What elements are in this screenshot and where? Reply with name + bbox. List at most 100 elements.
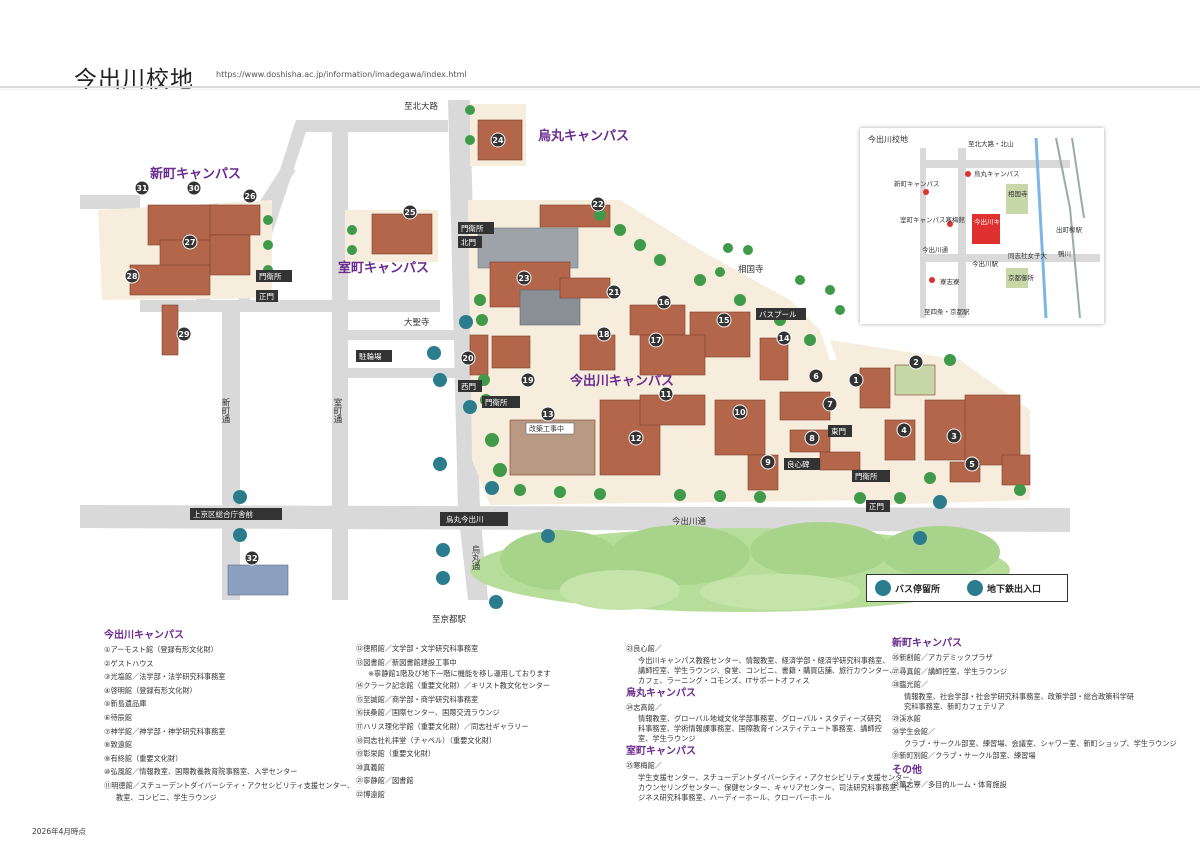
subway-icon [489,595,503,609]
place-shokokuji: 相国寺 [738,264,764,275]
gate-nishimon: 西門 [461,382,476,391]
building-number-27: 27 [184,238,195,247]
legend-item: ⑱同志社礼拝堂（チャペル）（重要文化財） [356,735,497,745]
gate-moneisho-west: 門衛所 [485,397,508,407]
building-number-8: 8 [809,434,815,443]
bus-stop-icon [913,531,927,545]
place-construction: 改築工事中 [529,424,564,433]
road-kitaoji: 至北大路 [404,101,439,112]
legend-item: ㉖新創館／アカデミックプラザ [892,653,993,662]
building-number-12: 12 [630,434,641,443]
building-number-26: 26 [244,192,256,201]
road-shinmachi: 新町通 [220,397,230,424]
inset-gosho: 京都御所 [1008,273,1035,282]
legend-item-desc: カフェ、ラーニング・コモンズ、ITサポートオフィス [638,675,810,685]
building-number-11: 11 [660,390,672,399]
building-number-19: 19 [522,376,534,385]
legend-item-desc: 教室、コンビニ、学生ラウンジ [116,792,217,802]
building-number-23: 23 [518,274,529,283]
bus-stop-icon [233,490,247,504]
building-number-4: 4 [901,426,907,435]
legend-heading-muromachi: 室町キャンパス [626,746,696,758]
building-number-21: 21 [608,288,620,297]
legend-item: ⑩弘風館／情報教室、国際教養教育院事務室、入学センター [104,767,298,777]
gate-moneisho-north: 門衛所 [461,223,484,233]
road-imadegawa: 今出川通 [672,516,707,527]
bus-stop-icon [436,543,450,557]
gate-seimon-shinmachi: 正門 [259,292,274,301]
legend-bus-label: バス停留所 [895,585,941,595]
building-number-30: 30 [188,184,200,193]
legend-item: ②ゲストハウス [104,658,154,668]
gate-higashimon: 東門 [831,426,846,436]
building-number-1: 1 [853,376,859,385]
legend-item-desc: 科事務室、学術情報課事務室、国際教育インスティテュート事務室、講師控 [638,724,882,734]
legend-item: ⑬図書館／新図書館建設工事中 [356,657,457,667]
legend-item: ⑨有終館（重要文化財） [104,753,183,763]
legend-item: ⑲彰栄館（重要文化財） [356,749,436,759]
road-karasuma: 烏丸通 [470,544,480,571]
legend-item: ㉗尋真館／講師控室、学生ラウンジ [892,666,1008,676]
inset-imadegawa-st: 今出川通 [922,245,949,254]
legend-item-desc: カウンセリングセンター、保健センター、キャリアセンター、司法研究科事務室、ビ [638,782,911,792]
legend-item-desc: ※寧静館1階及び地下一階に機能を移し運用しております [368,669,551,679]
legend-item: ㉛新町別館／クラブ・サークル部室、練習場 [892,750,1036,760]
building-number-24: 24 [492,136,504,145]
legend-item: ㉕寒梅館／ [626,761,662,771]
legend-item: ⑳真義館 [356,762,385,772]
bus-stop-icon [233,528,247,542]
legend-item-desc: 究科事務室、新町カフェテリア [904,701,1005,711]
legend-item: ⑪明徳館／スチューデントダイバーシティ・アクセシビリティ支援センター、 [104,780,354,790]
inset-imadegawa-eki: 今出川駅 [972,259,999,268]
legend-item: ④啓明館（登録有形文化財） [104,685,197,695]
legend-item-desc: 情報教室、グローバル地域文化学部事務室、グローバル・スタディーズ研究 [638,714,882,724]
legend-item: ㉚学生会館／ [892,727,936,737]
inset-demachiyanagi: 出町柳駅 [1056,225,1083,234]
legend-item: ㉜簾志寮／多目的ルーム・体育施設 [892,779,1007,789]
muromachi-road [332,120,348,600]
inset-dorm: 寮志寮 [940,277,960,286]
building-number-18: 18 [598,330,610,339]
building-number-6: 6 [813,372,819,381]
building-number-9: 9 [765,458,771,467]
place-kamigyo: 上京区総合庁舎前 [193,509,253,519]
building-number-31: 31 [136,184,148,193]
building-number-22: 22 [592,200,603,209]
inset-kitaoji: 至北大路・北山 [968,139,1014,148]
road-kyotoeki: 至京都駅 [432,614,467,625]
legend-item: ㉘臨光館／ [892,680,928,690]
legend-item: ㉓良心館／ [626,644,662,653]
bus-stop-icon [463,400,477,414]
inset-shokokuji: 相国寺 [1008,189,1028,198]
legend-subway-label: 地下鉄出入口 [987,585,1042,595]
legend-item: ㉒博遠館 [356,789,385,799]
bus-stop-icon [875,580,891,596]
footer-date: 2026年4月時点 [32,827,86,836]
building-number-17: 17 [650,336,661,345]
legend-item: ㉙渓水館 [892,713,921,723]
bus-stop-icon [436,571,450,585]
inset-imadegawa-campus: 今出川キャンパス [974,217,1026,226]
inset-shinmachi-campus: 新町キャンパス [894,179,940,188]
building-number-15: 15 [718,316,730,325]
place-buspool: バスプール [759,310,797,319]
legend-item-desc: ジネス研究科事務室、ハーディーホール、クローバーホール [638,792,832,802]
legend-column-1: 今出川キャンパス ①アーモスト館（登録有形文化財） ②ゲストハウス ③光塩館／法… [104,628,354,803]
inset-kamogawa: 鴨川 [1058,249,1071,258]
bus-stop-icon [433,373,447,387]
building-number-7: 7 [827,400,833,409]
bus-stop-icon [541,529,555,543]
building-number-2: 2 [913,358,919,367]
building-number-5: 5 [969,460,975,469]
legend-item-desc: クラブ・サークル部室、練習場、会議室、シャワー室、新町ショップ、学生ラウンジ [904,738,1177,748]
legend-item-desc: 講師控室、学生ラウンジ、食堂、コンビニ、書籍・購買店舗、旅行カウンター、 [638,665,897,675]
subway-icon [459,315,473,329]
legend-heading-other: その他 [892,764,922,776]
legend-item: ⑯扶桑館／国際センター、国際交流ラウンジ [356,708,500,718]
legend-item: ⑦神学館／神学部・神学研究科事務室 [104,726,226,736]
transit-legend: バス停留所 地下鉄出入口 [866,574,1068,602]
inset-muromachi-campus: 室町キャンパス寒梅館 [900,215,966,224]
legend-item: ⑥待辰館 [104,712,133,722]
shinmachi-campus-label: 新町キャンパス [150,166,241,182]
building-number-20: 20 [462,354,474,363]
